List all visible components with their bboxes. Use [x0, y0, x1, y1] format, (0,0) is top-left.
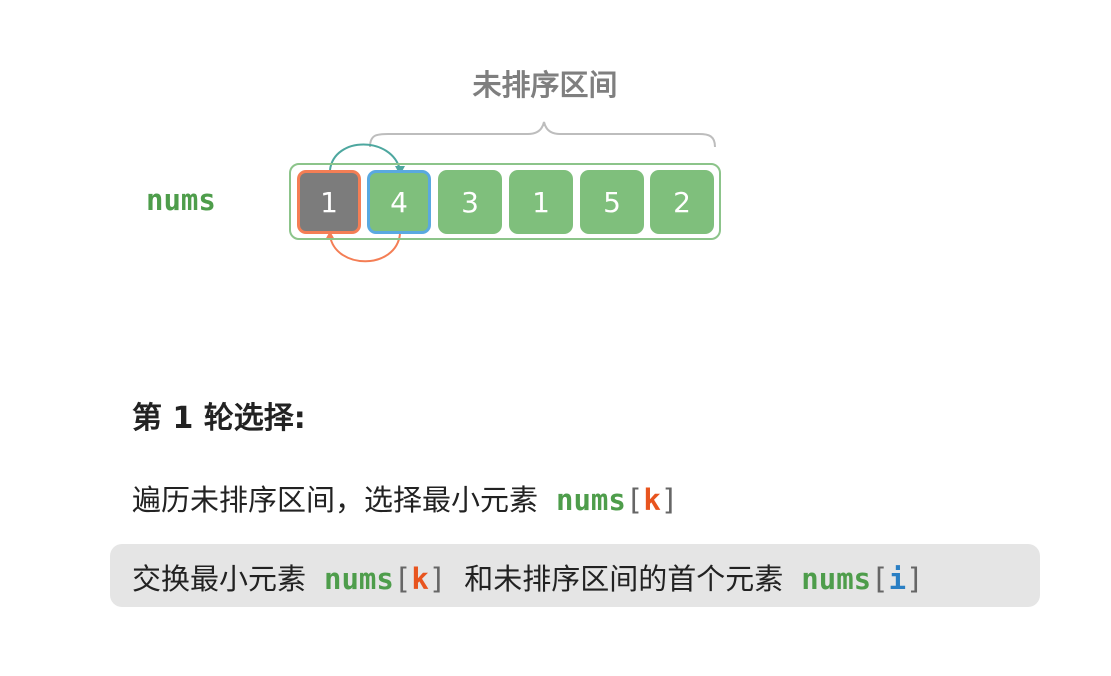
unsorted-range-brace [369, 121, 716, 148]
code-index-k: k [643, 483, 661, 517]
code-nums: nums [801, 562, 872, 596]
array-cell-4: 5 [580, 170, 644, 234]
array-cell-1: 4 [367, 170, 431, 234]
code-index-k: k [411, 562, 429, 596]
step1-text: 遍历未排序区间，选择最小元素 [132, 483, 539, 517]
step-description-2: 交换最小元素 nums[k] 和未排序区间的首个元素 nums[i] [132, 556, 924, 598]
code-nums: nums [324, 562, 394, 596]
code-index-i: i [888, 562, 907, 596]
array-cell-0: 1 [297, 170, 361, 234]
array-name-label: nums [146, 183, 216, 217]
array-cell-5: 2 [650, 170, 714, 234]
code-bracket-open: [ [393, 562, 412, 596]
array-cell-3: 1 [509, 170, 573, 234]
array-cell-2: 3 [438, 170, 502, 234]
code-bracket-close: ] [660, 483, 679, 517]
code-nums: nums [556, 483, 626, 517]
step2-middle-text: 和未排序区间的首个元素 [464, 562, 784, 596]
step-description-1: 遍历未排序区间，选择最小元素 nums[k] [132, 477, 678, 519]
step2-text: 交换最小元素 [132, 562, 307, 596]
code-bracket-open: [ [871, 562, 889, 596]
code-bracket-close: ] [906, 562, 924, 596]
code-bracket-open: [ [625, 483, 644, 517]
code-bracket-close: ] [428, 562, 447, 596]
round-title: 第 1 轮选择: [132, 401, 306, 436]
